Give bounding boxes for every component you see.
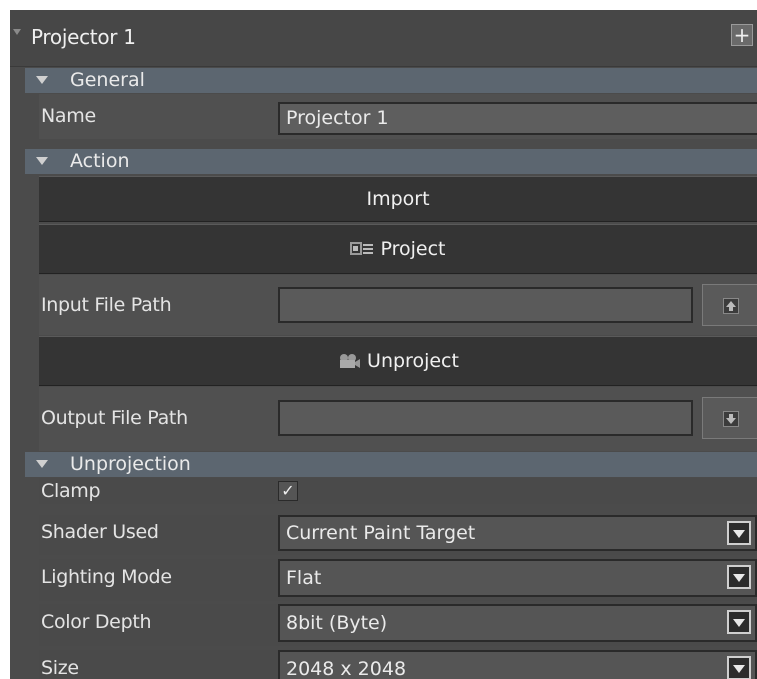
chevron-down-icon (733, 665, 745, 673)
triangle-down-icon[interactable] (36, 157, 48, 165)
shader-used-row: Shader Used Current Paint Target (39, 515, 757, 555)
browse-input-button[interactable] (702, 284, 757, 326)
shader-dropdown-button[interactable] (727, 521, 751, 545)
unproject-button-label: Unproject (367, 350, 459, 372)
input-file-path-field[interactable] (278, 287, 693, 323)
lighting-mode-row: Lighting Mode Flat (39, 559, 757, 601)
color-depth-dropdown-button[interactable] (727, 610, 751, 634)
clamp-row: Clamp ✓ (39, 478, 757, 504)
projector-icon (350, 242, 374, 255)
output-file-path-field[interactable] (278, 400, 693, 436)
size-select[interactable]: 2048 x 2048 (278, 650, 757, 679)
output-file-path-label: Output File Path (41, 407, 188, 429)
clamp-label: Clamp (41, 480, 101, 502)
color-depth-label: Color Depth (41, 611, 152, 633)
color-depth-value: 8bit (Byte) (286, 612, 388, 634)
name-input[interactable]: Projector 1 (278, 102, 757, 135)
color-depth-row: Color Depth 8bit (Byte) (39, 604, 757, 646)
shader-used-label: Shader Used (41, 521, 159, 543)
add-button[interactable]: + (731, 24, 753, 46)
size-row: Size 2048 x 2048 (39, 650, 757, 679)
lighting-dropdown-button[interactable] (727, 565, 751, 589)
clamp-checkbox[interactable]: ✓ (278, 481, 298, 501)
size-value: 2048 x 2048 (286, 658, 407, 679)
color-depth-select[interactable]: 8bit (Byte) (278, 604, 757, 642)
triangle-down-icon[interactable] (36, 460, 48, 468)
lighting-mode-label: Lighting Mode (41, 566, 172, 588)
output-file-path-row: Output File Path (39, 387, 757, 451)
panel-title: Projector 1 (31, 25, 136, 49)
shader-used-value: Current Paint Target (286, 522, 476, 544)
lighting-mode-value: Flat (286, 567, 322, 589)
download-icon (723, 411, 739, 427)
section-action-header[interactable]: Action (25, 149, 757, 174)
chevron-down-icon (733, 530, 745, 538)
shader-used-select[interactable]: Current Paint Target (278, 515, 757, 551)
import-button[interactable]: Import (39, 176, 757, 222)
input-file-path-label: Input File Path (41, 294, 172, 316)
project-button-label: Project (380, 238, 446, 260)
triangle-down-icon[interactable] (36, 76, 48, 84)
section-general-header[interactable]: General (25, 68, 757, 93)
chevron-down-icon (733, 574, 745, 582)
input-file-path-row: Input File Path (39, 275, 757, 335)
import-button-label: Import (366, 188, 430, 210)
lighting-mode-select[interactable]: Flat (278, 559, 757, 597)
section-action-label: Action (70, 150, 130, 172)
section-unprojection-label: Unprojection (70, 453, 191, 475)
section-unprojection-header[interactable]: Unprojection (25, 452, 757, 477)
section-general-label: General (70, 69, 145, 91)
size-dropdown-button[interactable] (727, 656, 751, 679)
upload-icon (723, 298, 739, 314)
name-row: Name Projector 1 (39, 94, 757, 139)
unproject-button[interactable]: Unproject (39, 336, 757, 386)
camera-icon (340, 354, 361, 368)
project-button[interactable]: Project (39, 224, 757, 274)
panel-header[interactable]: Projector 1 + (10, 10, 757, 67)
chevron-down-icon (733, 619, 745, 627)
size-label: Size (41, 657, 79, 679)
collapse-triangle-icon[interactable] (13, 29, 21, 35)
projector-panel: Projector 1 + General Name Projector 1 A… (10, 10, 757, 679)
browse-output-button[interactable] (702, 397, 757, 439)
name-label: Name (41, 105, 96, 127)
